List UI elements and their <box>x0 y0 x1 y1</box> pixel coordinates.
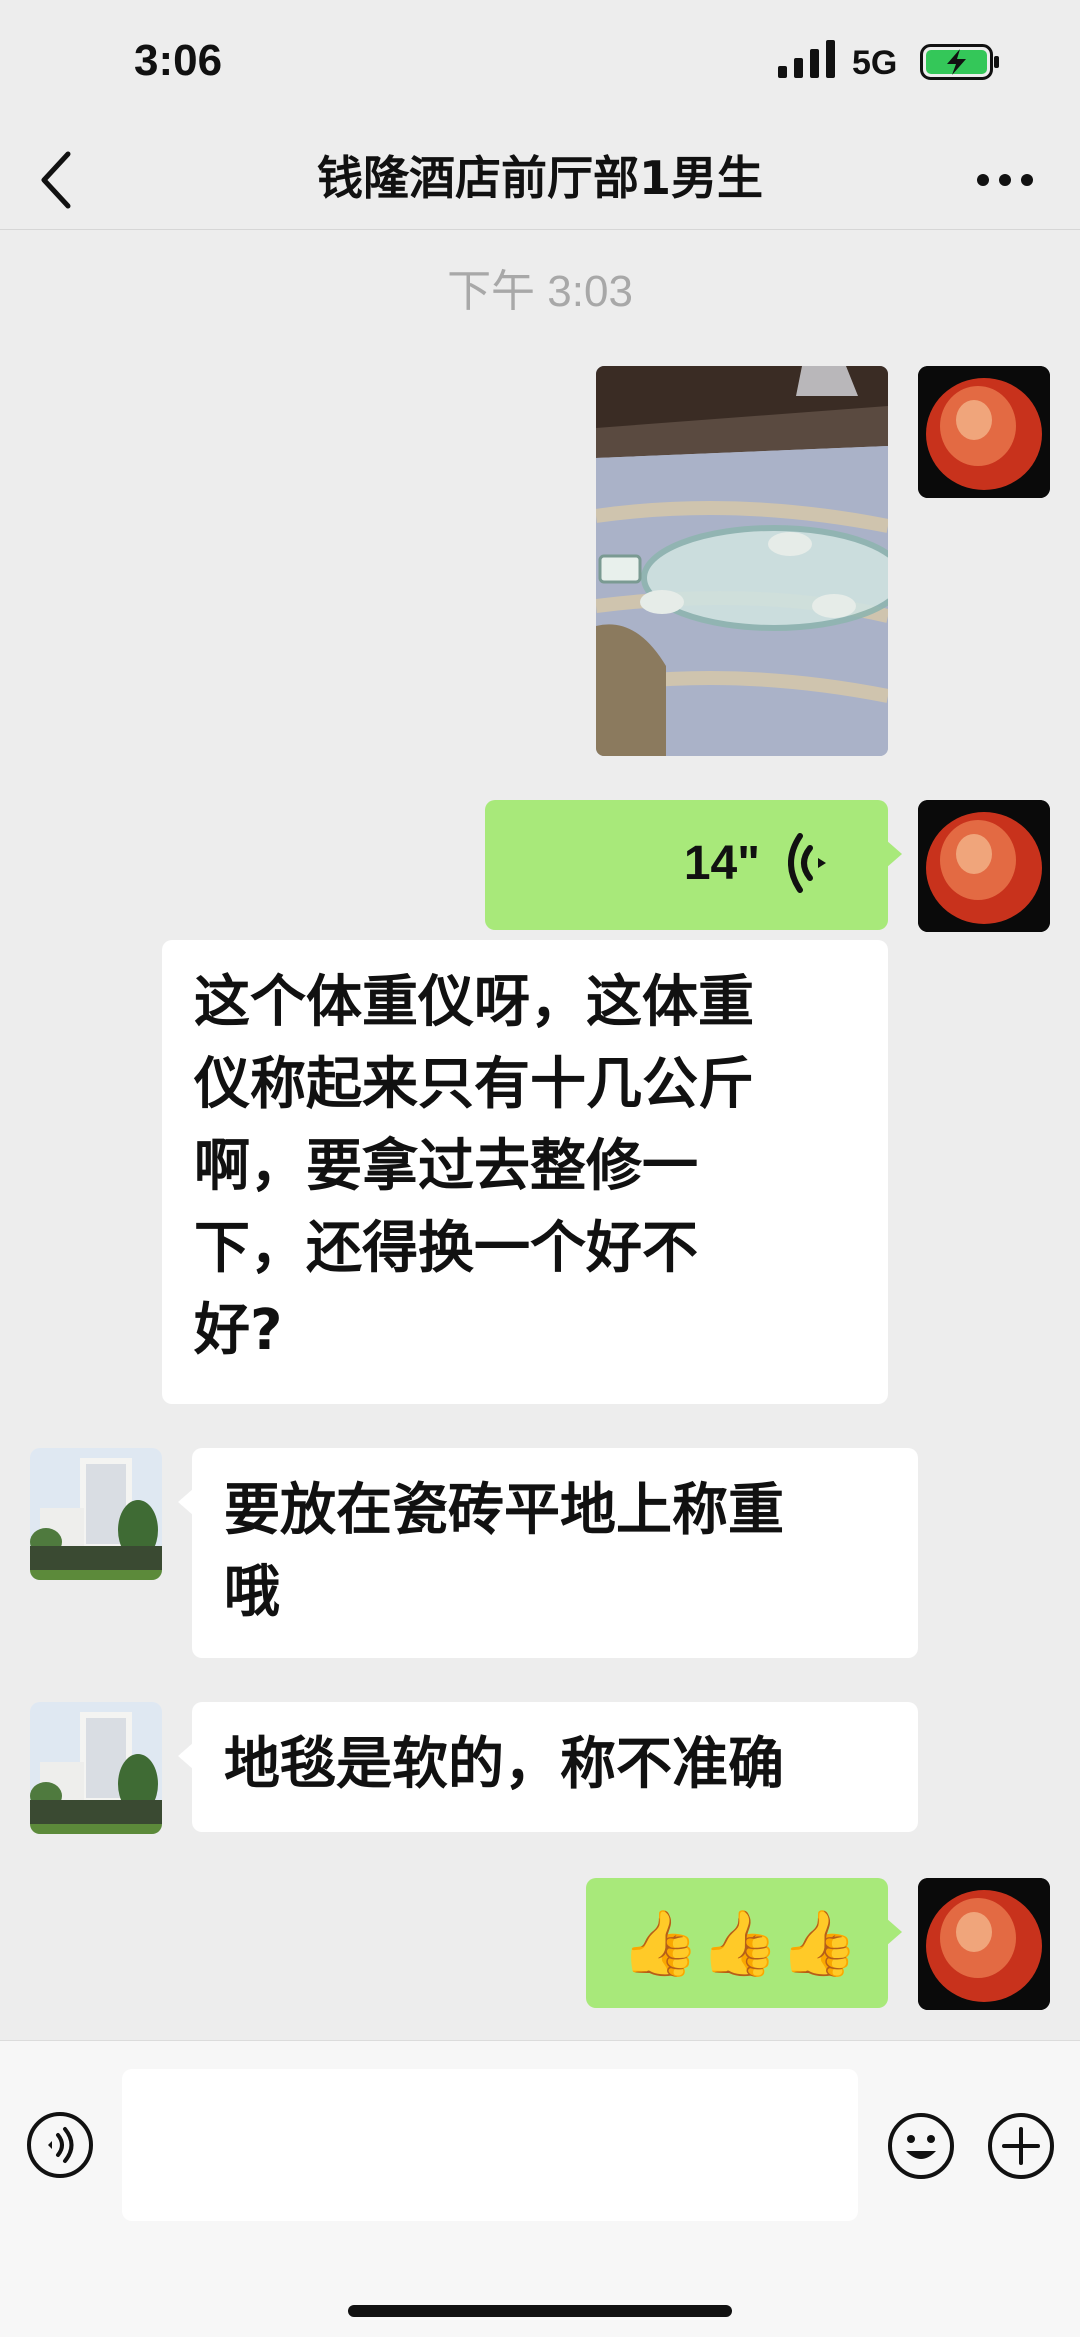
message-line: 哦 <box>224 1560 280 1625</box>
message-line: 仪称起来只有十几公斤 <box>194 1052 754 1117</box>
bubble-tail <box>886 840 902 868</box>
message-line: 地毯是软的，称不准确 <box>224 1732 784 1797</box>
voice-duration: 14" <box>683 837 760 890</box>
hotel-building-avatar-image <box>30 1448 162 1580</box>
hotel-building-avatar-image <box>30 1702 162 1834</box>
voice-input-icon[interactable] <box>26 2111 94 2179</box>
chevron-left-icon[interactable] <box>38 148 78 212</box>
message-line: 啊，要拿过去整修一 <box>194 1134 698 1199</box>
status-bar: 3:06 5G <box>0 0 1080 130</box>
red-stone-avatar-image <box>918 366 1050 498</box>
red-stone-avatar-image <box>918 1878 1050 2010</box>
message-input[interactable] <box>122 2069 858 2221</box>
message-line: 下，还得换一个好不 <box>194 1216 698 1281</box>
message-line: 要放在瓷砖平地上称重 <box>224 1478 784 1543</box>
self-avatar[interactable] <box>918 366 1050 498</box>
bubble-tail <box>178 1742 194 1770</box>
self-avatar[interactable] <box>918 1878 1050 2010</box>
emoji-message-bubble[interactable]: 👍👍👍 <box>586 1878 902 2008</box>
bubble-tail <box>886 1918 902 1946</box>
text-message-bubble[interactable]: 这个体重仪呀，这体重 仪称起来只有十几公斤 啊，要拿过去整修一 下，还得换一个好… <box>162 940 888 1404</box>
message-text: 地毯是软的，称不准确 <box>224 1724 784 1806</box>
message-line: 好? <box>194 1298 283 1363</box>
self-avatar[interactable] <box>918 800 1050 932</box>
chat-title: 钱隆酒店前厅部1男生 <box>316 151 763 205</box>
smiley-icon[interactable] <box>886 2111 956 2181</box>
voice-message-bubble[interactable]: 14" <box>485 800 902 930</box>
message-input-bar <box>0 2040 1080 2337</box>
home-indicator <box>348 2305 732 2317</box>
contact-avatar[interactable] <box>30 1702 162 1834</box>
more-dots-icon[interactable] <box>975 170 1035 190</box>
image-message[interactable] <box>596 366 888 756</box>
network-type: 5G <box>852 44 898 82</box>
red-stone-avatar-image <box>918 800 1050 932</box>
battery-charging-icon <box>920 44 999 80</box>
message-timestamp: 下午 3:03 <box>447 267 633 316</box>
status-time: 3:06 <box>134 36 223 85</box>
bubble-tail <box>178 1488 194 1516</box>
chat-header: 钱隆酒店前厅部1男生 <box>0 130 1080 230</box>
text-message-bubble[interactable]: 要放在瓷砖平地上称重 哦 <box>178 1448 918 1658</box>
plus-circle-icon[interactable] <box>986 2111 1056 2181</box>
message-text: 要放在瓷砖平地上称重 哦 <box>224 1470 784 1634</box>
text-message-bubble[interactable]: 地毯是软的，称不准确 <box>178 1702 918 1832</box>
contact-avatar[interactable] <box>30 1448 162 1580</box>
voice-waves-icon <box>788 833 826 893</box>
thumbs-up-emoji: 👍👍👍 <box>620 1907 860 1981</box>
message-text: 这个体重仪呀，这体重 仪称起来只有十几公斤 啊，要拿过去整修一 下，还得换一个好… <box>194 962 754 1372</box>
signal-bars-icon <box>778 40 835 78</box>
scale-photo <box>596 366 888 756</box>
message-line: 这个体重仪呀，这体重 <box>194 970 754 1035</box>
